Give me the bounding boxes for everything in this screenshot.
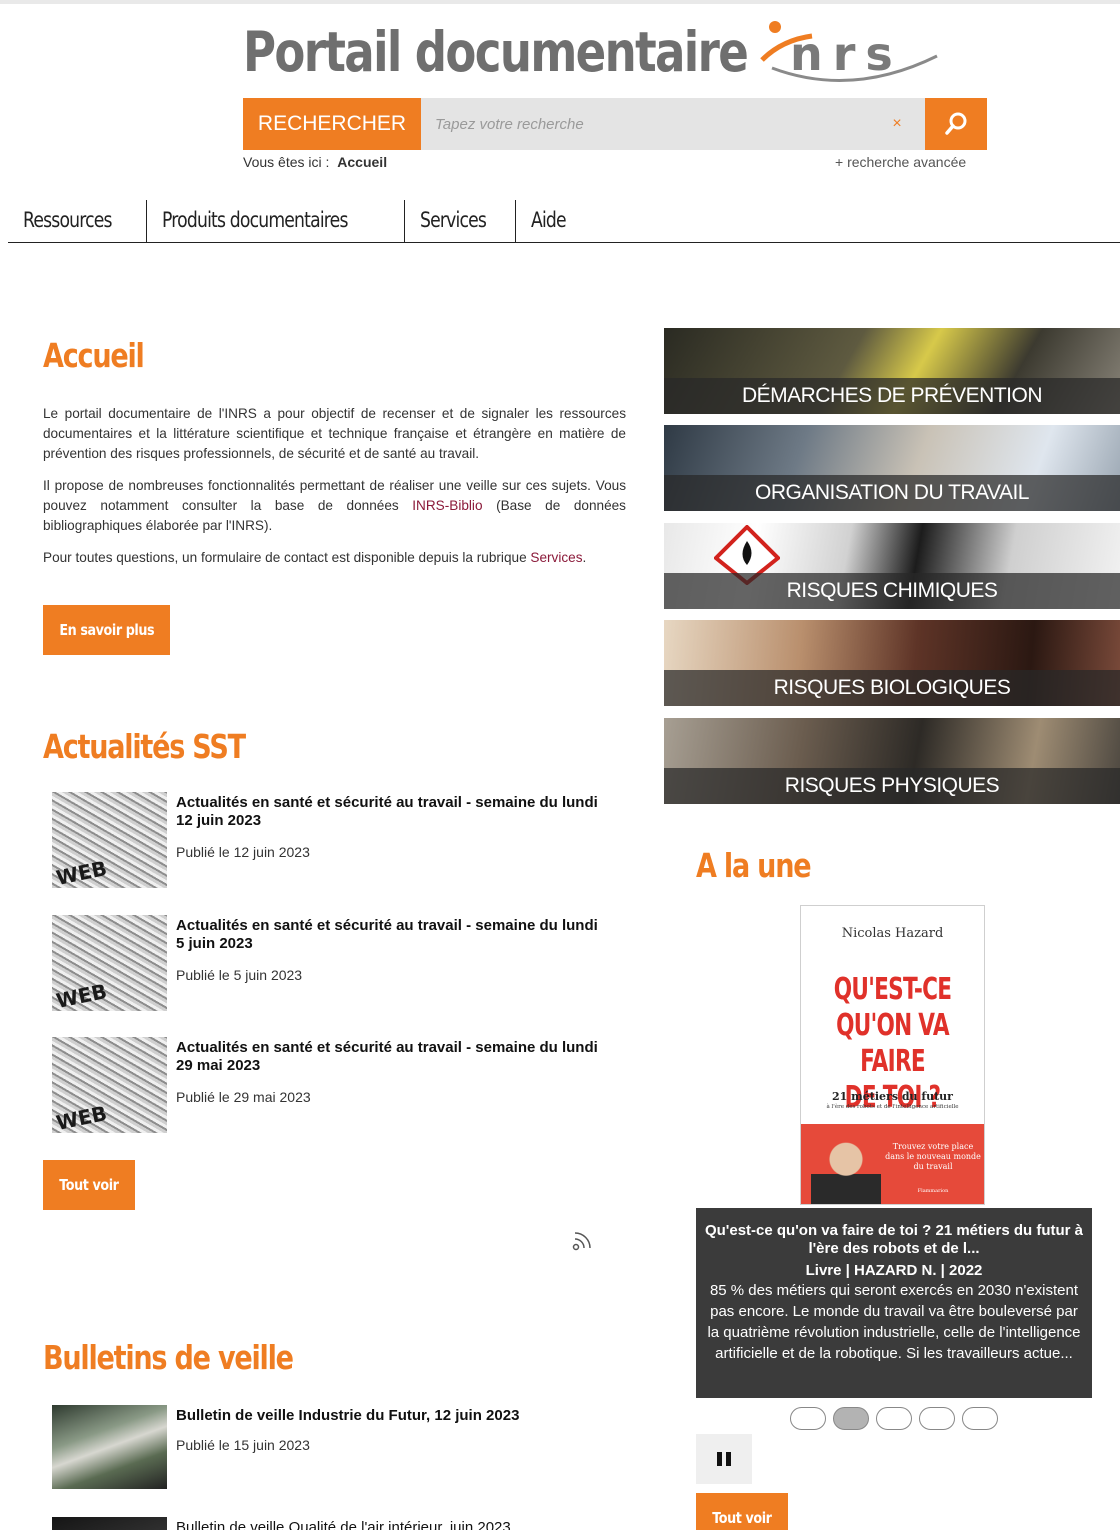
carousel-dot-5[interactable] [962,1407,998,1430]
book-subtitle: 21 métiers du futur [832,1090,953,1103]
nav-label: Produits documentaires [162,208,348,232]
theme-label: RISQUES CHIMIQUES [664,573,1120,609]
news-item[interactable]: WEB Actualités en santé et sécurité au t… [52,792,612,891]
featured-caption[interactable]: Qu'est-ce qu'on va faire de toi ? 21 mét… [696,1208,1092,1398]
theme-label: DÉMARCHES DE PRÉVENTION [664,378,1120,414]
services-link[interactable]: Services [530,550,582,565]
news-title[interactable]: Actualités en santé et sécurité au trava… [176,917,606,953]
breadcrumb: Vous êtes ici : Accueil [243,154,387,170]
news-item[interactable]: WEB Actualités en santé et sécurité au t… [52,915,612,1014]
bulletin-item[interactable]: Bulletin de veille Industrie du Futur, 1… [52,1405,612,1489]
accueil-heading: Accueil [43,336,145,375]
search-bar: RECHERCHER × [243,98,987,150]
bulletin-item[interactable]: Bulletin de veille Qualité de l'air inté… [52,1517,612,1530]
carousel-dots [790,1407,998,1430]
news-thumbnail: WEB [52,1037,167,1136]
book-title-line: QU'ON VA FAIRE [836,1008,949,1079]
intro-paragraph: Pour toutes questions, un formulaire de … [43,548,626,568]
book-subtitle-2: à l'ère des robots et de l'intelligence … [826,1104,959,1110]
nav-aide[interactable]: Aide [516,200,588,242]
intro-paragraph: Il propose de nombreuses fonctionnalités… [43,476,626,536]
news-date: Publié le 12 juin 2023 [176,844,310,860]
actualites-tout-voir-button[interactable]: Tout voir [43,1160,135,1210]
nav-produits-documentaires[interactable]: Produits documentaires [147,200,405,242]
search-button[interactable] [925,98,987,150]
a-la-une-heading: A la une [696,846,812,885]
button-label: En savoir plus [59,621,154,639]
bulletin-date: Publié le 15 juin 2023 [176,1437,310,1453]
pause-icon [726,1452,731,1466]
actualites-heading: Actualités SST [43,727,246,766]
book-publisher: Flammarion [917,1188,949,1194]
theme-tile-demarches-prevention[interactable]: DÉMARCHES DE PRÉVENTION [664,328,1120,414]
search-label[interactable]: RECHERCHER [243,98,421,150]
theme-label: RISQUES BIOLOGIQUES [664,670,1120,706]
bulletin-thumbnail [52,1517,167,1530]
thumb-word: WEB [54,978,109,1014]
nav-label: Aide [531,208,567,232]
pause-button[interactable] [696,1434,752,1484]
book-cover-band: Trouvez votre place dans le nouveau mond… [801,1124,984,1204]
nav-services[interactable]: Services [405,200,517,242]
carousel-dot-2[interactable] [833,1407,869,1430]
theme-tile-risques-physiques[interactable]: RISQUES PHYSIQUES [664,718,1120,804]
rss-icon[interactable] [571,1228,595,1252]
bulletin-title[interactable]: Bulletin de veille Industrie du Futur, 1… [176,1407,606,1425]
carousel-dot-3[interactable] [876,1407,912,1430]
nav-label: Services [419,208,487,232]
pause-icon [717,1452,722,1466]
theme-label: ORGANISATION DU TRAVAIL [664,475,1120,511]
text: Pour toutes questions, un formulaire de … [43,550,531,565]
book-cover[interactable]: Nicolas Hazard QU'EST-CE QU'ON VA FAIRE … [800,905,985,1205]
theme-tile-risques-chimiques[interactable]: RISQUES CHIMIQUES [664,523,1120,609]
site-title[interactable]: Portail documentaire [243,20,749,84]
advanced-search-link[interactable]: + recherche avancée [835,154,966,170]
news-title[interactable]: Actualités en santé et sécurité au trava… [176,794,606,830]
bulletin-title[interactable]: Bulletin de veille Qualité de l'air inté… [176,1519,606,1530]
featured-meta: Livre | HAZARD N. | 2022 [805,1262,983,1279]
book-title-line: QU'EST-CE [833,972,952,1007]
carousel-dot-4[interactable] [919,1407,955,1430]
news-thumbnail: WEB [52,915,167,1014]
button-label: Tout voir [59,1176,119,1194]
svg-text:nrs: nrs [790,27,903,81]
book-tagline: Trouvez votre place dans le nouveau mond… [885,1142,981,1171]
nav-ressources[interactable]: Ressources [8,200,148,242]
a-la-une-tout-voir-button[interactable]: Tout voir [696,1493,788,1530]
intro-paragraph: Le portail documentaire de l'INRS a pour… [43,406,626,461]
theme-tile-organisation-travail[interactable]: ORGANISATION DU TRAVAIL [664,425,1120,511]
inrs-logo[interactable]: nrs [742,18,942,90]
bulletin-thumbnail [52,1405,167,1489]
search-icon [945,112,967,135]
featured-summary: 85 % des métiers qui seront exercés en 2… [707,1282,1081,1362]
featured-title[interactable]: Qu'est-ce qu'on va faire de toi ? 21 mét… [704,1222,1084,1258]
search-input[interactable] [421,98,869,150]
book-author: Nicolas Hazard [841,926,944,941]
main-nav: Ressources Produits documentaires Servic… [8,200,1120,243]
news-item[interactable]: WEB Actualités en santé et sécurité au t… [52,1037,612,1136]
thumb-word: WEB [54,855,109,891]
nav-label: Ressources [23,208,113,232]
inrs-biblio-link[interactable]: INRS-Biblio [412,498,482,513]
bulletins-heading: Bulletins de veille [43,1338,294,1377]
theme-tile-risques-biologiques[interactable]: RISQUES BIOLOGIQUES [664,620,1120,706]
news-date: Publié le 29 mai 2023 [176,1089,311,1105]
thumb-word: WEB [54,1100,109,1136]
carousel-dot-1[interactable] [790,1407,826,1430]
news-title[interactable]: Actualités en santé et sécurité au trava… [176,1039,606,1075]
intro-text: Le portail documentaire de l'INRS a pour… [43,404,626,580]
theme-label: RISQUES PHYSIQUES [664,768,1120,804]
en-savoir-plus-button[interactable]: En savoir plus [43,605,170,655]
breadcrumb-prefix: Vous êtes ici : [243,154,330,170]
author-photo [811,1134,881,1204]
breadcrumb-current[interactable]: Accueil [337,154,387,170]
news-thumbnail: WEB [52,792,167,891]
news-date: Publié le 5 juin 2023 [176,967,303,983]
button-label: Tout voir [712,1509,772,1527]
text: . [582,550,587,565]
top-border [0,0,1120,4]
clear-icon[interactable]: × [869,98,925,150]
